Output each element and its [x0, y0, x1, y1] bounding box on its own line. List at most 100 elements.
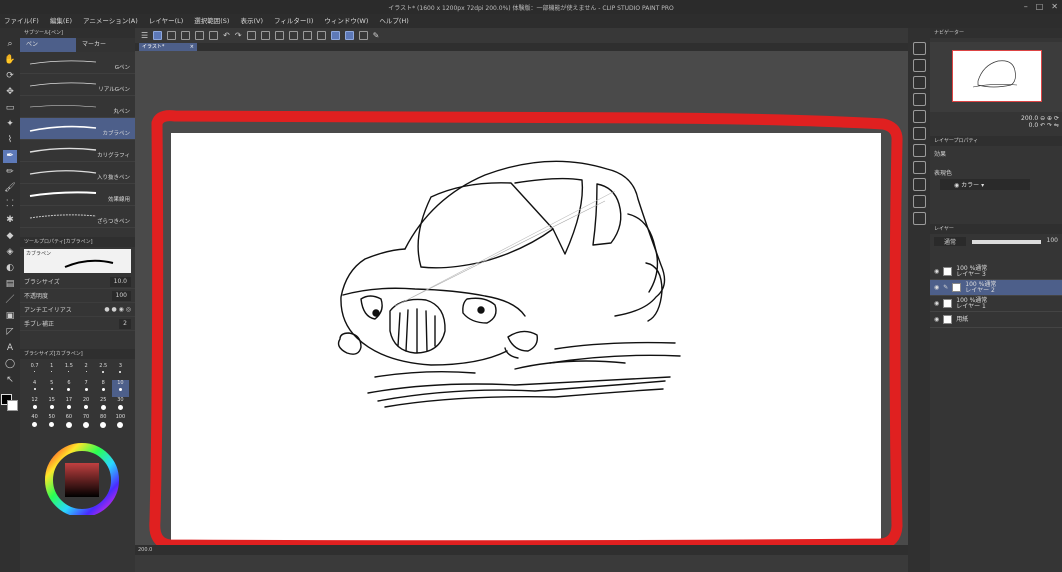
material-icon-2[interactable] [912, 76, 926, 89]
pen-mode-icon[interactable] [153, 31, 163, 40]
brush-icon[interactable]: 🖌 [3, 182, 17, 195]
brush-size-option[interactable]: 5 [43, 380, 60, 397]
menu-icon[interactable]: ☰ [141, 31, 148, 40]
magic-wand-icon[interactable]: ✦ [3, 118, 17, 131]
brush-size-option[interactable]: 2 [77, 363, 94, 380]
brush-size-option[interactable]: 20 [77, 397, 94, 414]
menu-view[interactable]: 表示(V) [240, 14, 263, 28]
brush-size-option[interactable]: 100 [112, 414, 129, 431]
redo-icon[interactable]: ↷ [235, 31, 242, 40]
visibility-eye-icon[interactable]: ◉ [934, 268, 939, 275]
document-tab[interactable]: イラスト* × [139, 43, 197, 51]
brush-size-option[interactable]: 10 [111, 380, 129, 397]
brush-size-row[interactable]: ブラシサイズ 10.0 [20, 275, 135, 289]
brush-size-option[interactable]: 50 [43, 414, 60, 431]
menu-animation[interactable]: アニメーション(A) [83, 14, 138, 28]
blend-icon[interactable]: ◈ [3, 246, 17, 259]
rotate-icon[interactable]: ⟳ [3, 70, 17, 83]
color-wheel[interactable] [20, 435, 135, 517]
opacity-row[interactable]: 不透明度 100 [20, 289, 135, 303]
menu-help[interactable]: ヘルプ(H) [379, 14, 408, 28]
tab-marker[interactable]: マーカー [76, 38, 132, 52]
menu-edit[interactable]: 編集(E) [50, 14, 72, 28]
drawing-canvas[interactable] [135, 51, 908, 552]
navigator-thumbnail[interactable] [952, 50, 1042, 102]
material-icon-3[interactable] [912, 93, 926, 106]
material-icon-4[interactable] [912, 110, 926, 123]
brush-g-pen[interactable]: Gペン [20, 52, 135, 74]
visibility-eye-icon[interactable]: ◉ [934, 316, 939, 323]
material-icon-6[interactable] [912, 144, 926, 157]
visibility-eye-icon[interactable]: ◉ [934, 284, 939, 291]
frame-icon[interactable]: ▣ [3, 310, 17, 323]
layer-opacity-value[interactable]: 100 [1047, 237, 1058, 244]
material-icon-10[interactable] [912, 212, 926, 225]
new-file-icon[interactable] [181, 31, 191, 40]
brush-size-option[interactable]: 7 [77, 380, 94, 397]
menu-window[interactable]: ウィンドウ(W) [324, 14, 368, 28]
crop-icon[interactable] [288, 31, 298, 40]
layer-row[interactable]: ◉ 100 %通常 レイヤー 3 [930, 264, 1062, 280]
open-folder-icon[interactable] [195, 31, 205, 40]
clear-icon[interactable] [246, 31, 256, 40]
pen-icon[interactable]: ✒ [3, 150, 17, 163]
minimize-button[interactable]: – [1024, 2, 1028, 11]
material-icon-1[interactable] [912, 59, 926, 72]
navigator-zoom[interactable]: 200.0 [1021, 115, 1038, 122]
navigator-preview[interactable] [930, 42, 1062, 112]
brush-size-option[interactable]: 30 [112, 397, 129, 414]
material-icon-9[interactable] [912, 195, 926, 208]
layer-row[interactable]: ◉ ✎ 100 %通常 レイヤー 2 [930, 280, 1062, 296]
transform-icon[interactable] [260, 31, 270, 40]
save-icon[interactable] [167, 31, 177, 40]
pencil-icon[interactable]: ✏ [3, 166, 17, 179]
antialiasing-options-icon[interactable]: ● ● ◉ ◎ [104, 306, 131, 313]
material-icon-5[interactable] [912, 127, 926, 140]
layer-row[interactable]: ◉ 用紙 [930, 312, 1062, 328]
close-tab-icon[interactable]: × [190, 43, 194, 51]
move-icon[interactable]: ✥ [3, 86, 17, 99]
brush-size-option[interactable]: 1.5 [60, 363, 77, 380]
stabilization-row[interactable]: 手ブレ補正 2 [20, 317, 135, 331]
undo-icon[interactable]: ↶ [223, 31, 230, 40]
menu-file[interactable]: ファイル(F) [4, 14, 39, 28]
tab-pen[interactable]: ペン [20, 38, 76, 52]
canvas-area[interactable] [135, 51, 908, 552]
brush-size-option[interactable]: 40 [26, 414, 43, 431]
background-color[interactable] [7, 400, 18, 411]
text-icon[interactable]: A [3, 342, 17, 355]
antialiasing-row[interactable]: アンチエイリアス ● ● ◉ ◎ [20, 303, 135, 317]
eraser-icon[interactable]: ◆ [3, 230, 17, 243]
close-button[interactable]: ✕ [1051, 2, 1058, 11]
pen-pressure-icon[interactable]: ✎ [373, 31, 380, 40]
zoom-icon[interactable]: ⌕ [3, 38, 17, 51]
menu-selection[interactable]: 選択範囲(S) [194, 14, 229, 28]
expression-color-select[interactable]: ◉ カラー ▾ [940, 179, 1030, 190]
eyedropper-icon[interactable]: ⌇ [3, 134, 17, 147]
decoration-icon[interactable]: ✱ [3, 214, 17, 227]
material-icon-7[interactable] [912, 161, 926, 174]
color-swatches[interactable] [1, 394, 19, 412]
material-icon-8[interactable] [912, 178, 926, 191]
stabilization-value[interactable]: 2 [119, 318, 131, 329]
brush-size-value[interactable]: 10.0 [109, 276, 131, 287]
layer-row[interactable]: ◉ 100 %通常 レイヤー 1 [930, 296, 1062, 312]
fill-bucket-icon[interactable]: ◐ [3, 262, 17, 275]
balloon-icon[interactable]: ◯ [3, 358, 17, 371]
select-all-icon[interactable] [302, 31, 312, 40]
export-icon[interactable] [209, 31, 219, 40]
brush-size-option[interactable]: 60 [60, 414, 77, 431]
brush-size-option[interactable]: 25 [95, 397, 112, 414]
menu-filter[interactable]: フィルター(I) [274, 14, 313, 28]
deselect-icon[interactable] [316, 31, 326, 40]
brush-size-option[interactable]: 3 [112, 363, 129, 380]
brush-size-option[interactable]: 15 [43, 397, 60, 414]
brush-size-option[interactable]: 0.7 [26, 363, 43, 380]
snap-special-ruler-icon[interactable] [344, 31, 354, 40]
snap-grid-icon[interactable] [358, 31, 368, 40]
brush-size-option[interactable]: 4 [26, 380, 43, 397]
brush-size-option[interactable]: 80 [95, 414, 112, 431]
search-material-icon[interactable] [912, 42, 926, 55]
zoom-level[interactable]: 200.0 [138, 547, 152, 553]
brush-rough-pen[interactable]: ざらつきペン [20, 206, 135, 228]
